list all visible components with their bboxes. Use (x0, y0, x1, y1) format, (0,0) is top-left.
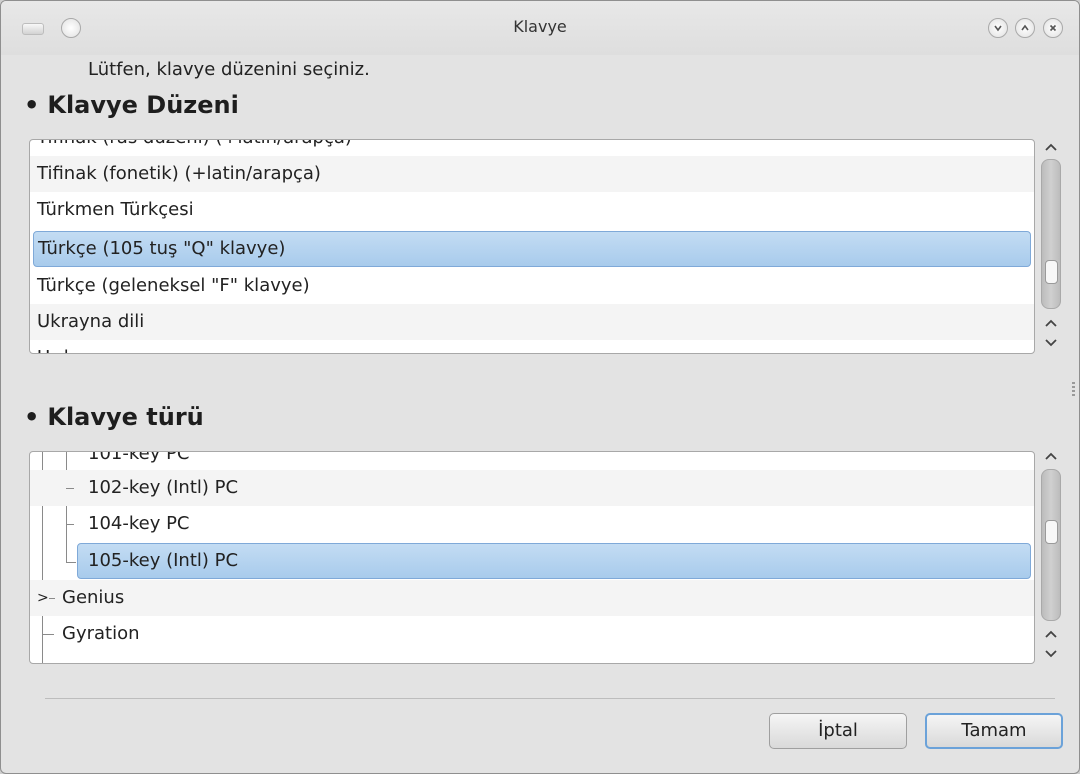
ok-button[interactable]: Tamam (925, 713, 1063, 749)
bullet: • (24, 91, 40, 119)
title-bar[interactable]: Klavye (1, 1, 1079, 55)
type-section-title: • Klavye türü (24, 403, 204, 431)
layout-scrollbar-track[interactable] (1041, 159, 1061, 309)
cancel-button[interactable]: İptal (769, 713, 907, 749)
chevron-down-icon[interactable] (1040, 334, 1062, 352)
list-item[interactable]: Ukrayna dili (30, 304, 1034, 340)
list-item[interactable]: Tifinak (ras düzeni) (+latin/arapça) (30, 140, 1034, 156)
instruction-text: Lütfen, klavye düzenini seçiniz. (88, 59, 370, 80)
chevron-up-icon[interactable] (1040, 625, 1062, 643)
tree-item[interactable]: 101-key PC (30, 452, 1034, 472)
tree-item[interactable]: 102-key (Intl) PC (30, 470, 1034, 506)
list-item[interactable]: Urduca (30, 340, 1034, 353)
close-icon[interactable] (1043, 18, 1063, 38)
list-item[interactable]: Tifinak (fonetik) (+latin/arapça) (30, 156, 1034, 192)
layout-scrollbar-handle[interactable] (1045, 260, 1058, 284)
expand-arrow-icon[interactable]: > (37, 580, 49, 616)
chevron-down-icon[interactable] (1040, 645, 1062, 663)
tree-item[interactable]: Gyration (30, 616, 1034, 652)
tree-item[interactable]: 104-key PC (30, 506, 1034, 542)
tree-item-selected[interactable]: 105-key (Intl) PC (77, 543, 1031, 579)
list-item[interactable]: Türkçe (geleneksel "F" klavye) (30, 268, 1034, 304)
chevron-up-icon[interactable] (1040, 447, 1062, 465)
splitter-handle[interactable] (1072, 382, 1075, 396)
tree-line (66, 562, 76, 563)
layout-list[interactable]: Tifinak (ras düzeni) (+latin/arapça) Tif… (29, 139, 1035, 354)
chevron-up-icon[interactable] (1040, 314, 1062, 332)
maximize-icon[interactable] (1015, 18, 1035, 38)
bullet: • (24, 403, 40, 431)
type-scrollbar-handle[interactable] (1045, 520, 1058, 544)
keyboard-type-tree[interactable]: 101-key PC 102-key (Intl) PC 104-key PC … (29, 451, 1035, 664)
separator (45, 698, 1055, 699)
window-title: Klavye (513, 17, 567, 36)
type-scrollbar-track[interactable] (1041, 469, 1061, 621)
layout-section-title: • Klavye Düzeni (24, 91, 239, 119)
tree-item-expandable[interactable]: > Genius (30, 580, 1034, 616)
dialog-window: Klavye Lütfen, klavye düzenini seçiniz. … (0, 0, 1080, 774)
minimize-icon[interactable] (988, 18, 1008, 38)
chevron-up-icon[interactable] (1040, 138, 1062, 156)
list-item-selected[interactable]: Türkçe (105 tuş "Q" klavye) (33, 231, 1031, 267)
list-item[interactable]: Türkmen Türkçesi (30, 192, 1034, 228)
